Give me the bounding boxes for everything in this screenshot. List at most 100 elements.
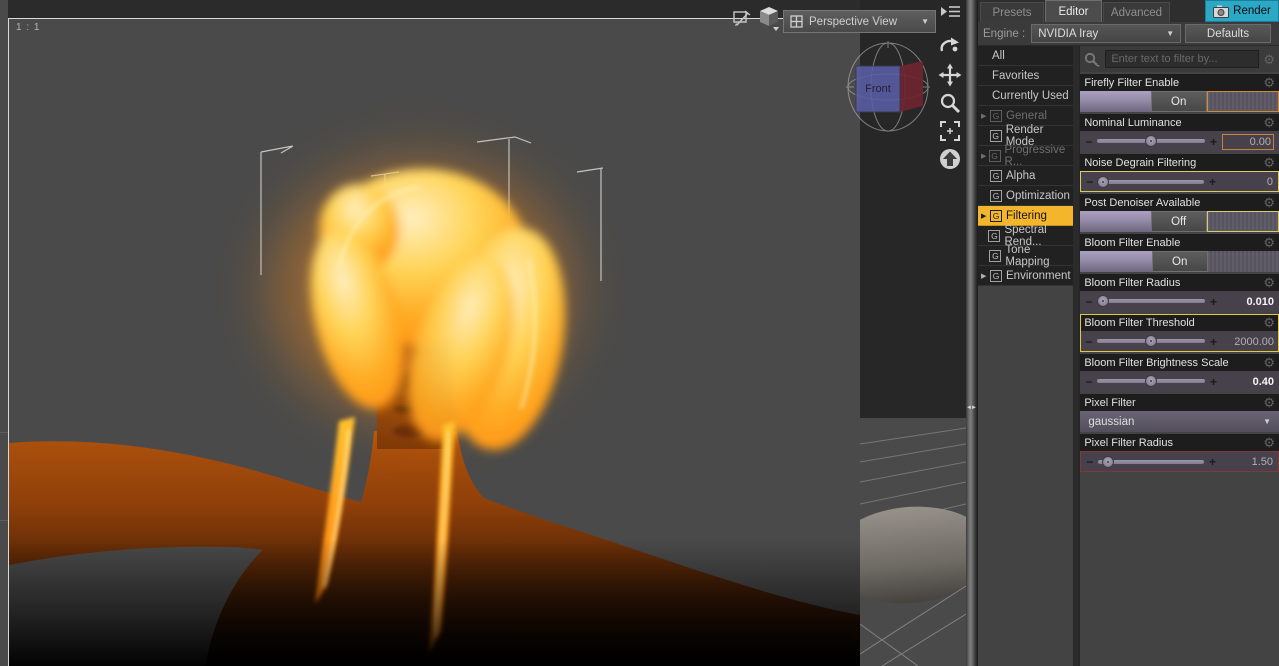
slider-decrement[interactable]: − bbox=[1085, 296, 1092, 308]
aspect-frame-icon[interactable] bbox=[731, 7, 753, 29]
slider-track[interactable] bbox=[1096, 291, 1205, 312]
gear-icon[interactable]: ⚙ bbox=[1263, 356, 1275, 369]
slider-increment[interactable]: + bbox=[1209, 456, 1216, 468]
param-noise-degrain-filtering: Noise Degrain Filtering ⚙ − +0 bbox=[1080, 154, 1279, 192]
gear-icon[interactable]: ⚙ bbox=[1263, 156, 1275, 169]
slider-decrement[interactable]: − bbox=[1085, 136, 1092, 148]
slider-nominal-luminance[interactable]: − +0.00 bbox=[1080, 131, 1279, 152]
category-currently-used[interactable]: Currently Used bbox=[978, 86, 1073, 106]
viewport-options-menu-icon[interactable] bbox=[937, 2, 963, 20]
slider-track[interactable] bbox=[1098, 452, 1204, 471]
slider-value[interactable]: 2000.00 bbox=[1222, 336, 1274, 348]
slider-track[interactable] bbox=[1097, 331, 1205, 352]
drawstyle-cube-icon[interactable] bbox=[756, 4, 782, 32]
category-all[interactable]: All bbox=[978, 46, 1073, 66]
pane-splitter[interactable]: ◄► bbox=[966, 0, 977, 666]
render-preview-viewport[interactable]: 1 : 1 bbox=[8, 18, 860, 666]
slider-decrement[interactable]: − bbox=[1085, 336, 1092, 348]
slider-increment[interactable]: + bbox=[1209, 176, 1216, 188]
slider-track[interactable] bbox=[1097, 371, 1205, 392]
slider-pixel-filter-radius[interactable]: − +1.50 bbox=[1080, 451, 1279, 472]
toggle-button[interactable]: On bbox=[1151, 251, 1208, 272]
slider-handle[interactable] bbox=[1096, 295, 1109, 307]
toggle-track-right[interactable] bbox=[1206, 91, 1279, 112]
defaults-button[interactable]: Defaults bbox=[1185, 24, 1271, 43]
slider-value[interactable]: 0.00 bbox=[1222, 133, 1274, 150]
slider-handle[interactable] bbox=[1145, 135, 1158, 147]
category-environment[interactable]: ▶ G Environment bbox=[978, 266, 1073, 286]
cube-front-label: Front bbox=[865, 83, 891, 95]
toggle-firefly-filter-enable[interactable]: On bbox=[1080, 91, 1279, 112]
floor-grid-area bbox=[828, 418, 992, 666]
cube-side-face[interactable] bbox=[900, 61, 923, 112]
search-icon[interactable] bbox=[1084, 52, 1101, 67]
gear-icon[interactable]: ⚙ bbox=[1263, 196, 1275, 209]
pan-tool-icon[interactable] bbox=[936, 62, 964, 88]
category-optimization[interactable]: G Optimization bbox=[978, 186, 1073, 206]
toggle-track-left[interactable] bbox=[1080, 91, 1151, 112]
slider-value[interactable]: 1.50 bbox=[1221, 456, 1273, 468]
gear-icon[interactable]: ⚙ bbox=[1263, 276, 1275, 289]
toggle-button[interactable]: Off bbox=[1150, 211, 1207, 232]
toggle-track-right[interactable] bbox=[1207, 251, 1279, 272]
gear-icon[interactable]: ⚙ bbox=[1263, 76, 1275, 89]
slider-increment[interactable]: + bbox=[1210, 336, 1217, 348]
expand-arrow-icon[interactable]: ▶ bbox=[981, 112, 990, 120]
category-favorites[interactable]: Favorites bbox=[978, 66, 1073, 86]
view-selector-dropdown[interactable]: Perspective View ▼ bbox=[783, 10, 936, 33]
gear-icon[interactable]: ⚙ bbox=[1263, 236, 1275, 249]
slider-noise-degrain-filtering[interactable]: − +0 bbox=[1080, 171, 1279, 192]
category-progressive-r[interactable]: ▶ G Progressive R... bbox=[978, 144, 1073, 168]
gear-icon[interactable]: ⚙ bbox=[1263, 53, 1275, 66]
filter-input[interactable] bbox=[1105, 50, 1260, 68]
slider-value[interactable]: 0.010 bbox=[1222, 296, 1274, 308]
tab-advanced[interactable]: Advanced bbox=[1103, 2, 1170, 22]
category-tone-mapping[interactable]: G Tone Mapping bbox=[978, 244, 1073, 268]
expand-arrow-icon[interactable]: ▶ bbox=[981, 152, 989, 160]
slider-decrement[interactable]: − bbox=[1086, 456, 1093, 468]
gear-icon[interactable]: ⚙ bbox=[1263, 316, 1275, 329]
expand-arrow-icon[interactable]: ▶ bbox=[981, 212, 990, 220]
gear-icon[interactable]: ⚙ bbox=[1263, 436, 1275, 449]
slider-handle[interactable] bbox=[1096, 176, 1109, 188]
slider-track[interactable] bbox=[1096, 172, 1204, 191]
slider-value[interactable]: 0 bbox=[1221, 176, 1273, 188]
slider-increment[interactable]: + bbox=[1210, 136, 1217, 148]
view-navigation-cube[interactable]: Front bbox=[846, 40, 930, 134]
slider-bloom-filter-radius[interactable]: − +0.010 bbox=[1080, 291, 1279, 312]
frame-tool-icon[interactable] bbox=[936, 118, 964, 144]
zoom-tool-icon[interactable] bbox=[936, 90, 964, 116]
slider-increment[interactable]: + bbox=[1210, 296, 1217, 308]
group-icon: G bbox=[988, 149, 1001, 162]
slider-handle[interactable] bbox=[1145, 375, 1158, 387]
slider-increment[interactable]: + bbox=[1210, 376, 1217, 388]
tab-editor[interactable]: Editor bbox=[1045, 0, 1102, 22]
expand-arrow-icon[interactable]: ▶ bbox=[981, 272, 990, 280]
slider-decrement[interactable]: − bbox=[1085, 376, 1092, 388]
gear-icon[interactable]: ⚙ bbox=[1263, 396, 1275, 409]
splitter-grip[interactable]: ◄► bbox=[966, 405, 977, 411]
slider-handle[interactable] bbox=[1101, 456, 1114, 468]
toggle-button[interactable]: On bbox=[1150, 91, 1207, 112]
toggle-post-denoiser-available[interactable]: Off bbox=[1080, 211, 1279, 232]
engine-dropdown[interactable]: NVIDIA Iray ▼ bbox=[1031, 24, 1182, 43]
tab-presets[interactable]: Presets bbox=[980, 2, 1044, 22]
slider-bloom-filter-brightness-scale[interactable]: − +0.40 bbox=[1080, 371, 1279, 392]
toggle-track-left[interactable] bbox=[1080, 211, 1151, 232]
slider-decrement[interactable]: − bbox=[1086, 176, 1093, 188]
slider-bloom-filter-threshold[interactable]: − +2000.00 bbox=[1080, 331, 1279, 352]
slider-value[interactable]: 0.40 bbox=[1222, 376, 1274, 388]
toggle-bloom-filter-enable[interactable]: On bbox=[1080, 251, 1279, 272]
slider-handle[interactable] bbox=[1145, 335, 1158, 347]
param-header: Bloom Filter Brightness Scale ⚙ bbox=[1080, 354, 1279, 371]
render-button[interactable]: Render bbox=[1205, 0, 1279, 22]
slider-track[interactable] bbox=[1097, 131, 1205, 152]
reset-view-icon[interactable] bbox=[936, 146, 964, 172]
param-header: Post Denoiser Available ⚙ bbox=[1080, 194, 1279, 211]
orbit-tool-icon[interactable] bbox=[936, 34, 964, 60]
gear-icon[interactable]: ⚙ bbox=[1263, 116, 1275, 129]
dropdown-pixel-filter[interactable]: gaussian ▼ bbox=[1080, 411, 1279, 432]
category-alpha[interactable]: G Alpha bbox=[978, 166, 1073, 186]
toggle-track-right[interactable] bbox=[1206, 211, 1279, 232]
toggle-track-left[interactable] bbox=[1080, 251, 1152, 272]
